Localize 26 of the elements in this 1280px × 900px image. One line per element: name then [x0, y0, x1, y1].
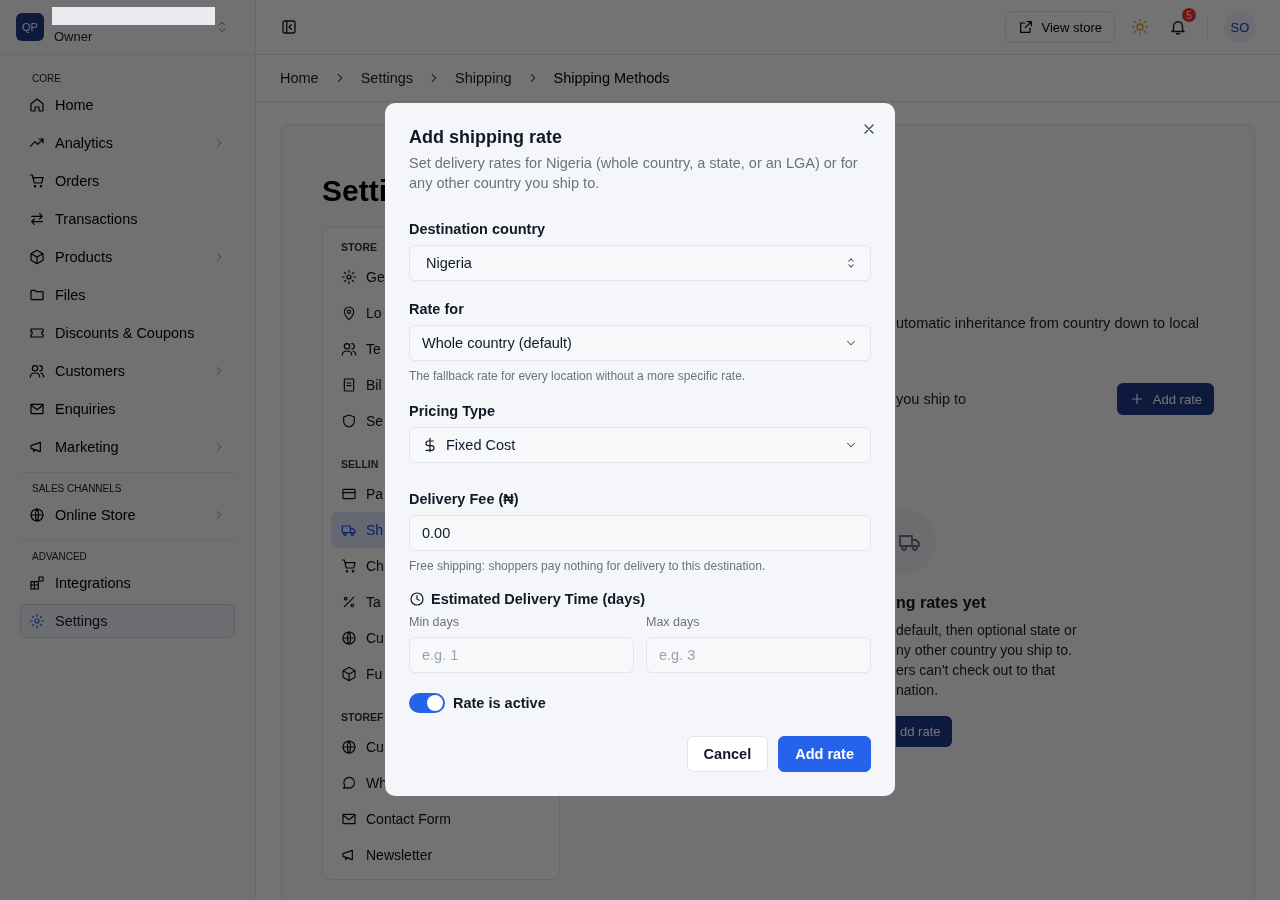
section-label: SALES CHANNELS: [31, 483, 123, 494]
field-label: Destination country: [409, 221, 546, 237]
section-label: STORE: [340, 240, 378, 255]
notification-count: 5: [1182, 8, 1196, 22]
user-role: Owner: [54, 28, 94, 44]
field-label: Min days: [409, 615, 461, 629]
section-text: you ship to: [896, 391, 967, 407]
empty-state-text: default, then optional state or ny other country you ship to. ers can't check out to that nation.: [896, 621, 1077, 700]
field-label: Pricing Type: [409, 403, 495, 419]
dialog-description: Set delivery rates for Nigeria (whole country, a state, or an LGA) or for any other country you ship to.: [409, 154, 859, 193]
intro-text: utomatic inheritance from country down to local: [896, 314, 1200, 333]
field-label: Max days: [646, 615, 701, 629]
field-label: Estimated Delivery Time (days): [431, 591, 646, 607]
page-title: Setti: [322, 173, 387, 209]
field-label: Rate for: [409, 301, 464, 317]
field-label: Delivery Fee (₦): [409, 491, 519, 507]
toggle-label: Rate is active: [453, 695, 546, 711]
section-label: CORE: [31, 73, 62, 84]
store-logo: QP: [16, 13, 44, 41]
empty-state-title: ng rates yet: [896, 594, 986, 612]
section-label: STOREF: [340, 710, 385, 725]
section-label: SELLIN: [340, 457, 380, 472]
dialog-title: Add shipping rate: [409, 126, 562, 149]
field-hint: Free shipping: shoppers pay nothing for delivery to this destination.: [409, 559, 766, 573]
section-label: ADVANCED: [31, 551, 88, 562]
field-hint: The fallback rate for every location without a more specific rate.: [409, 369, 746, 383]
